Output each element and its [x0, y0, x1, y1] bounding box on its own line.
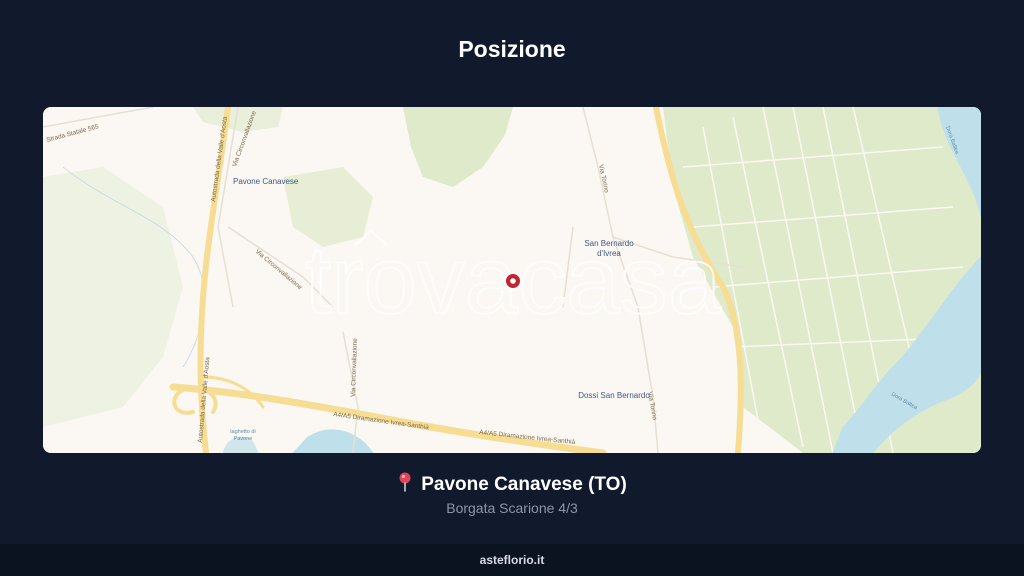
- page-title: Posizione: [458, 36, 566, 62]
- pushpin-icon: [397, 472, 413, 498]
- place-label-dossi: Dossi San Bernardo: [578, 391, 650, 400]
- location-city: Pavone Canavese (TO): [421, 474, 627, 495]
- map-canvas[interactable]: A4/A5 Diramazione Ivrea-Santhià A4/A5 Di…: [43, 107, 981, 453]
- footer-brand[interactable]: asteflorio.it: [480, 553, 545, 567]
- location-heading: Pavone Canavese (TO): [0, 472, 1024, 498]
- footer: asteflorio.it: [0, 544, 1024, 576]
- place-label-laghetto-1: laghetto di: [230, 429, 255, 435]
- place-label-pavone: Pavone Canavese: [233, 177, 299, 186]
- location-marker[interactable]: [504, 272, 522, 290]
- place-label-laghetto-2: Pavone: [234, 436, 253, 442]
- marker-center: [510, 278, 516, 284]
- map[interactable]: A4/A5 Diramazione Ivrea-Santhià A4/A5 Di…: [43, 107, 981, 453]
- location-address: Borgata Scarione 4/3: [446, 500, 578, 516]
